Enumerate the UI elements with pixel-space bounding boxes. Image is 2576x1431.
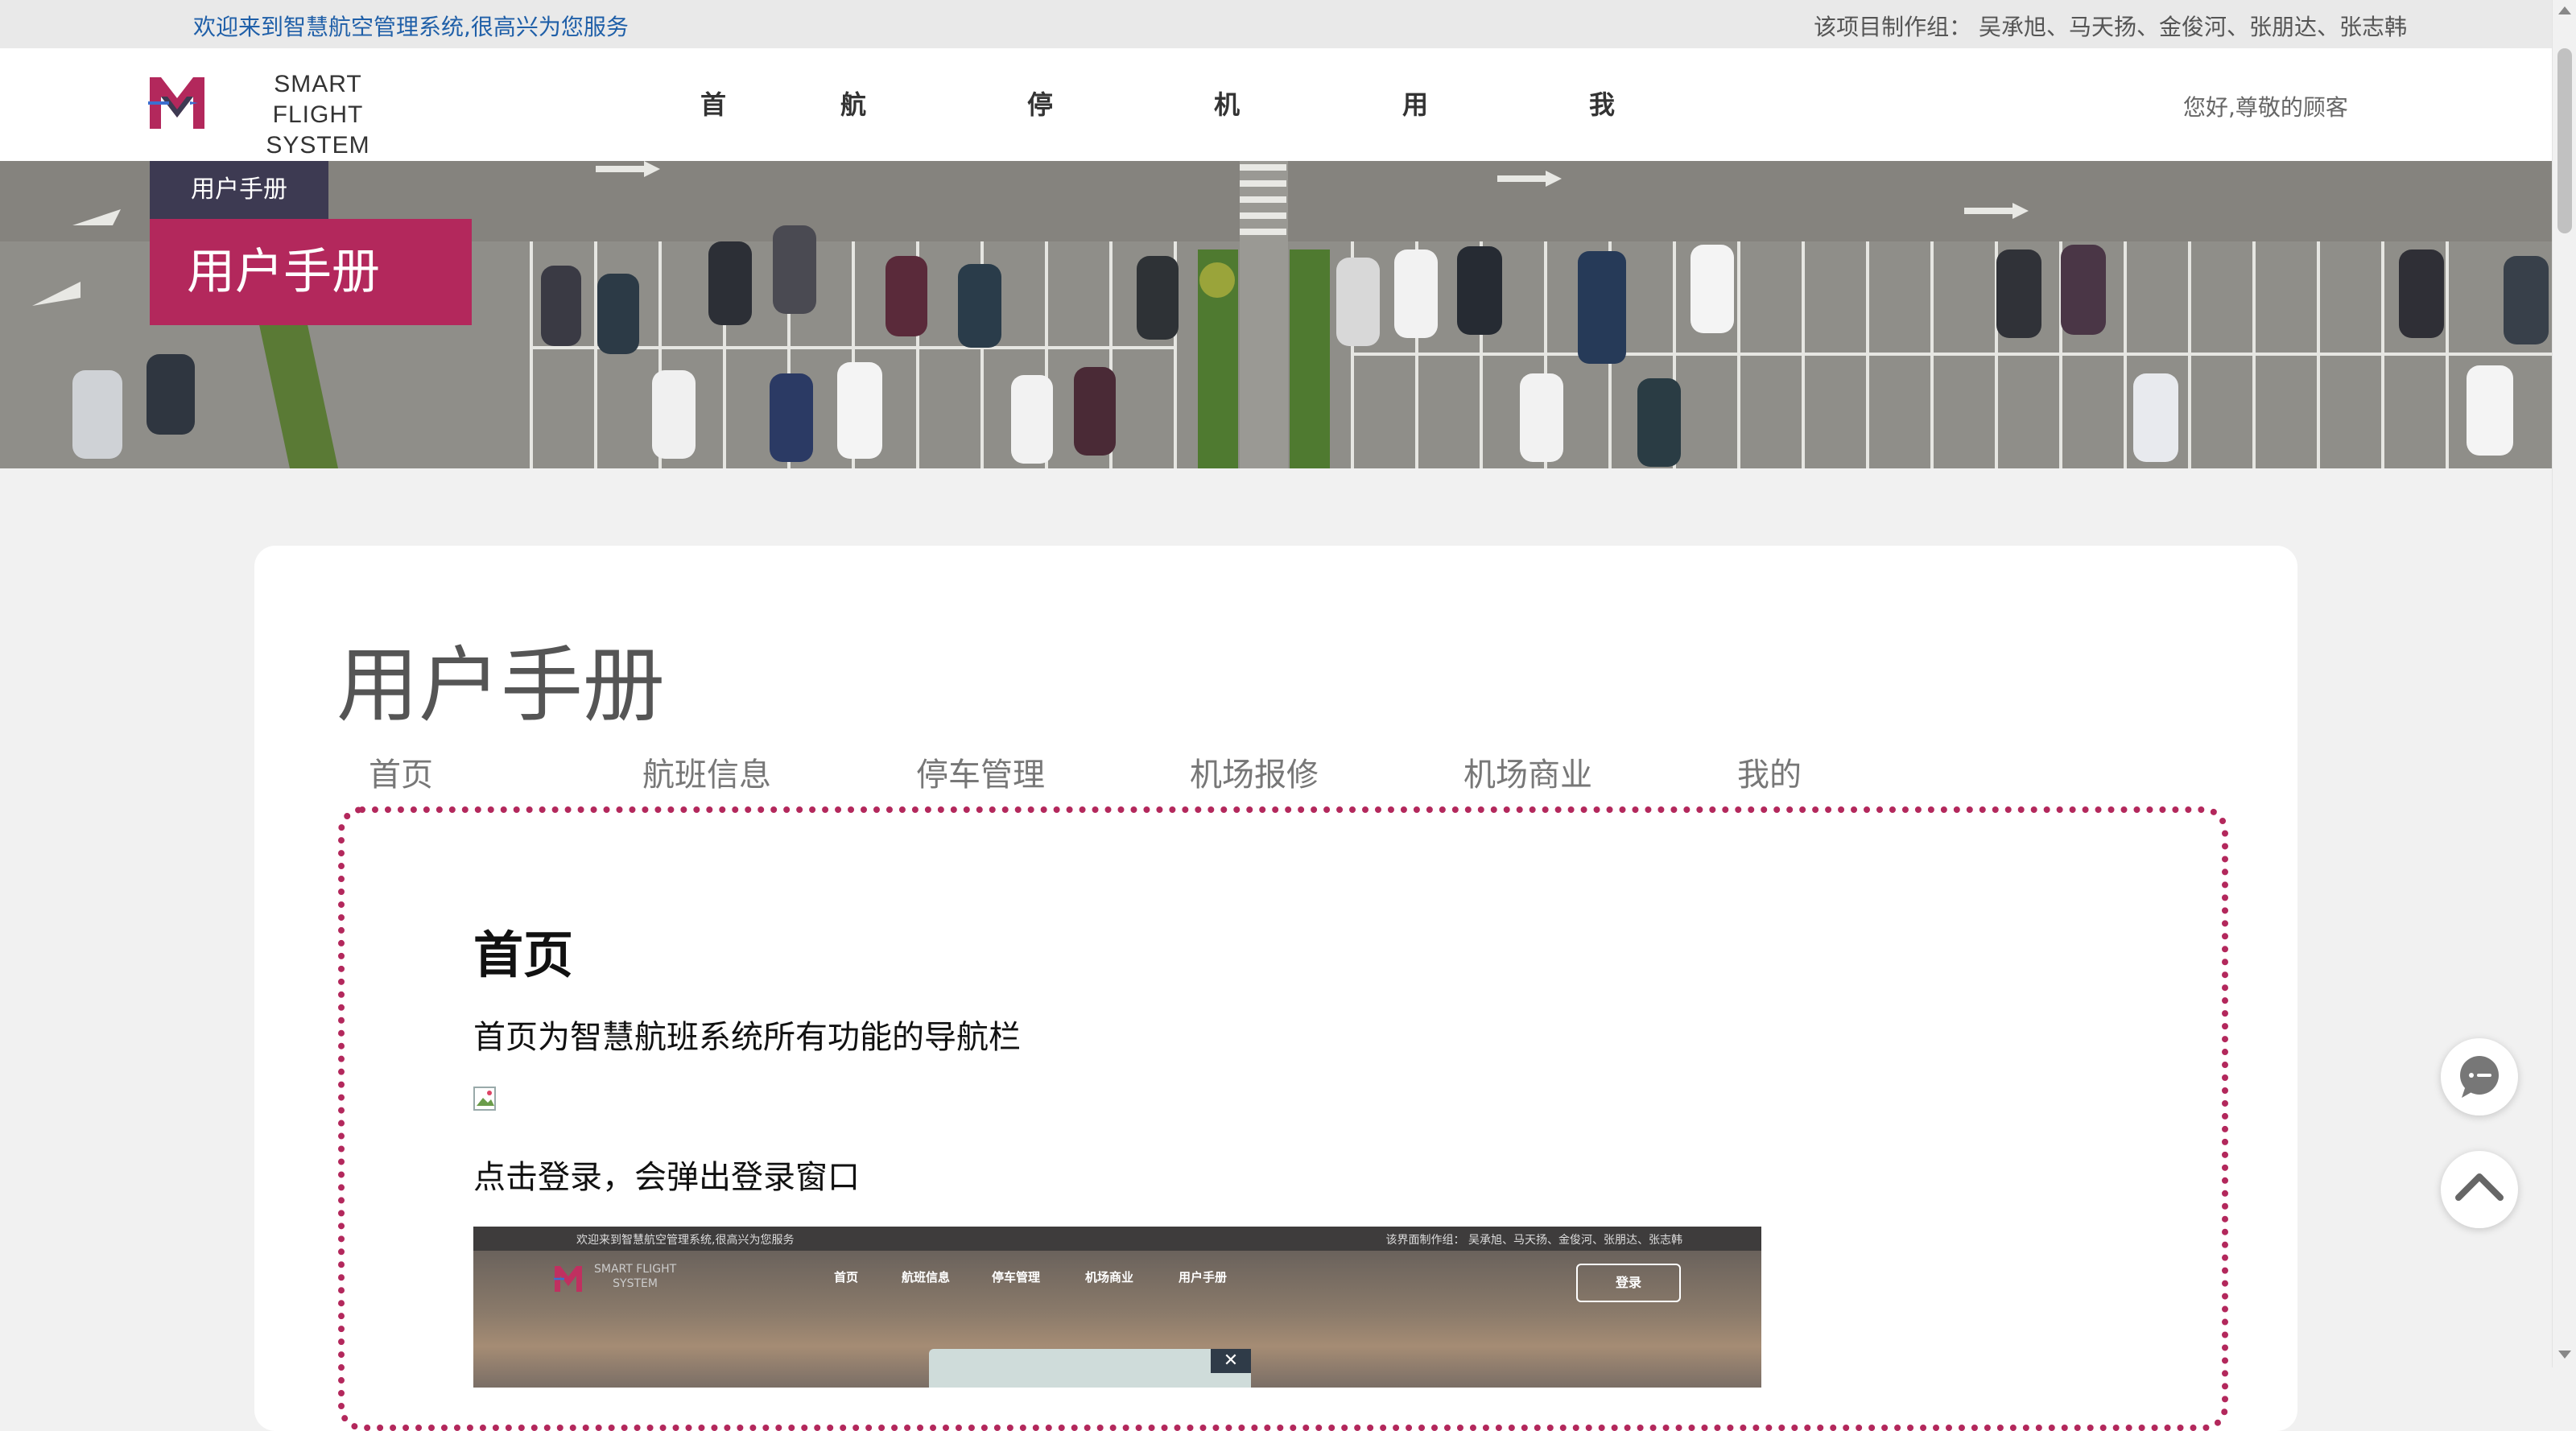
- tab-parking[interactable]: 停车管理: [916, 748, 1045, 795]
- tab-flights[interactable]: 航班信息: [642, 748, 771, 795]
- screenshot-nav-parking: 停车管理: [992, 1270, 1041, 1285]
- user-greeting[interactable]: 您好,尊敬的顾客: [2183, 90, 2348, 122]
- login-description: 点击登录，会弹出登录窗口: [473, 1159, 860, 1196]
- top-welcome-bar: 欢迎来到智慧航空管理系统,很高兴为您服务 该项目制作组： 吴承旭、马天扬、金俊河…: [0, 0, 2552, 48]
- screenshot-nav-commerce: 机场商业: [1085, 1270, 1134, 1285]
- tab-mine[interactable]: 我的: [1737, 748, 1802, 795]
- tab-home[interactable]: 首页: [369, 748, 433, 795]
- screenshot-nav-manual: 用户手册: [1179, 1270, 1228, 1285]
- screenshot-welcome: 欢迎来到智慧航空管理系统,很高兴为您服务: [576, 1234, 795, 1247]
- scrollbar-thumb[interactable]: [2557, 48, 2572, 233]
- screenshot-logo-line-1: SMART FLIGHT: [594, 1263, 677, 1276]
- logo-line-1: SMART FLIGHT: [272, 71, 364, 128]
- logo-line-2: SYSTEM: [266, 132, 370, 159]
- screenshot-login-popup: [929, 1349, 1251, 1388]
- breadcrumb-small: 用户手册: [150, 161, 328, 219]
- chat-bubble-icon: [2460, 1056, 2499, 1098]
- main-header: SMART FLIGHT SYSTEM 首页 航班信息 停车管理 机场商业 用户…: [0, 48, 2552, 458]
- broken-image-icon: [473, 1087, 496, 1111]
- credits-text: 该项目制作组： 吴承旭、马天扬、金俊河、张朋达、张志韩: [1814, 14, 2407, 40]
- login-screenshot: 欢迎来到智慧航空管理系统,很高兴为您服务 该界面制作组： 吴承旭、马天扬、金俊河…: [473, 1227, 1761, 1388]
- section-title: 首页: [473, 926, 574, 984]
- logo-text: SMART FLIGHT SYSTEM: [233, 69, 402, 161]
- banner-title: 用户手册: [150, 219, 472, 325]
- screenshot-logo-text: SMART FLIGHT SYSTEM: [594, 1262, 676, 1291]
- screenshot-login-button: 登录: [1576, 1264, 1681, 1302]
- welcome-text: 欢迎来到智慧航空管理系统,很高兴为您服务: [193, 14, 629, 40]
- scroll-down-arrow-icon[interactable]: [2558, 1351, 2571, 1359]
- logo-icon[interactable]: [145, 69, 209, 137]
- section-description: 首页为智慧航班系统所有功能的导航栏: [473, 1019, 1021, 1056]
- chat-button[interactable]: [2441, 1038, 2518, 1116]
- screenshot-credits: 该界面制作组： 吴承旭、马天扬、金俊河、张朋达、张志韩: [1385, 1234, 1682, 1247]
- scroll-up-arrow-icon[interactable]: [2558, 6, 2571, 14]
- tab-commerce[interactable]: 机场商业: [1463, 748, 1592, 795]
- screenshot-top-bar: 欢迎来到智慧航空管理系统,很高兴为您服务 该界面制作组： 吴承旭、马天扬、金俊河…: [473, 1227, 1761, 1251]
- page-scrollbar[interactable]: [2552, 0, 2576, 1367]
- tab-repair[interactable]: 机场报修: [1190, 748, 1319, 795]
- page-title: 用户手册: [336, 638, 665, 734]
- back-to-top-button[interactable]: [2441, 1151, 2518, 1228]
- screenshot-nav-home: 首页: [834, 1270, 859, 1285]
- screenshot-close-icon: ✕: [1211, 1349, 1251, 1373]
- chevron-up-icon: [2455, 1173, 2504, 1201]
- screenshot-nav-flights: 航班信息: [902, 1270, 951, 1285]
- screenshot-logo-icon: [554, 1266, 582, 1292]
- screenshot-logo-line-2: SYSTEM: [613, 1277, 658, 1290]
